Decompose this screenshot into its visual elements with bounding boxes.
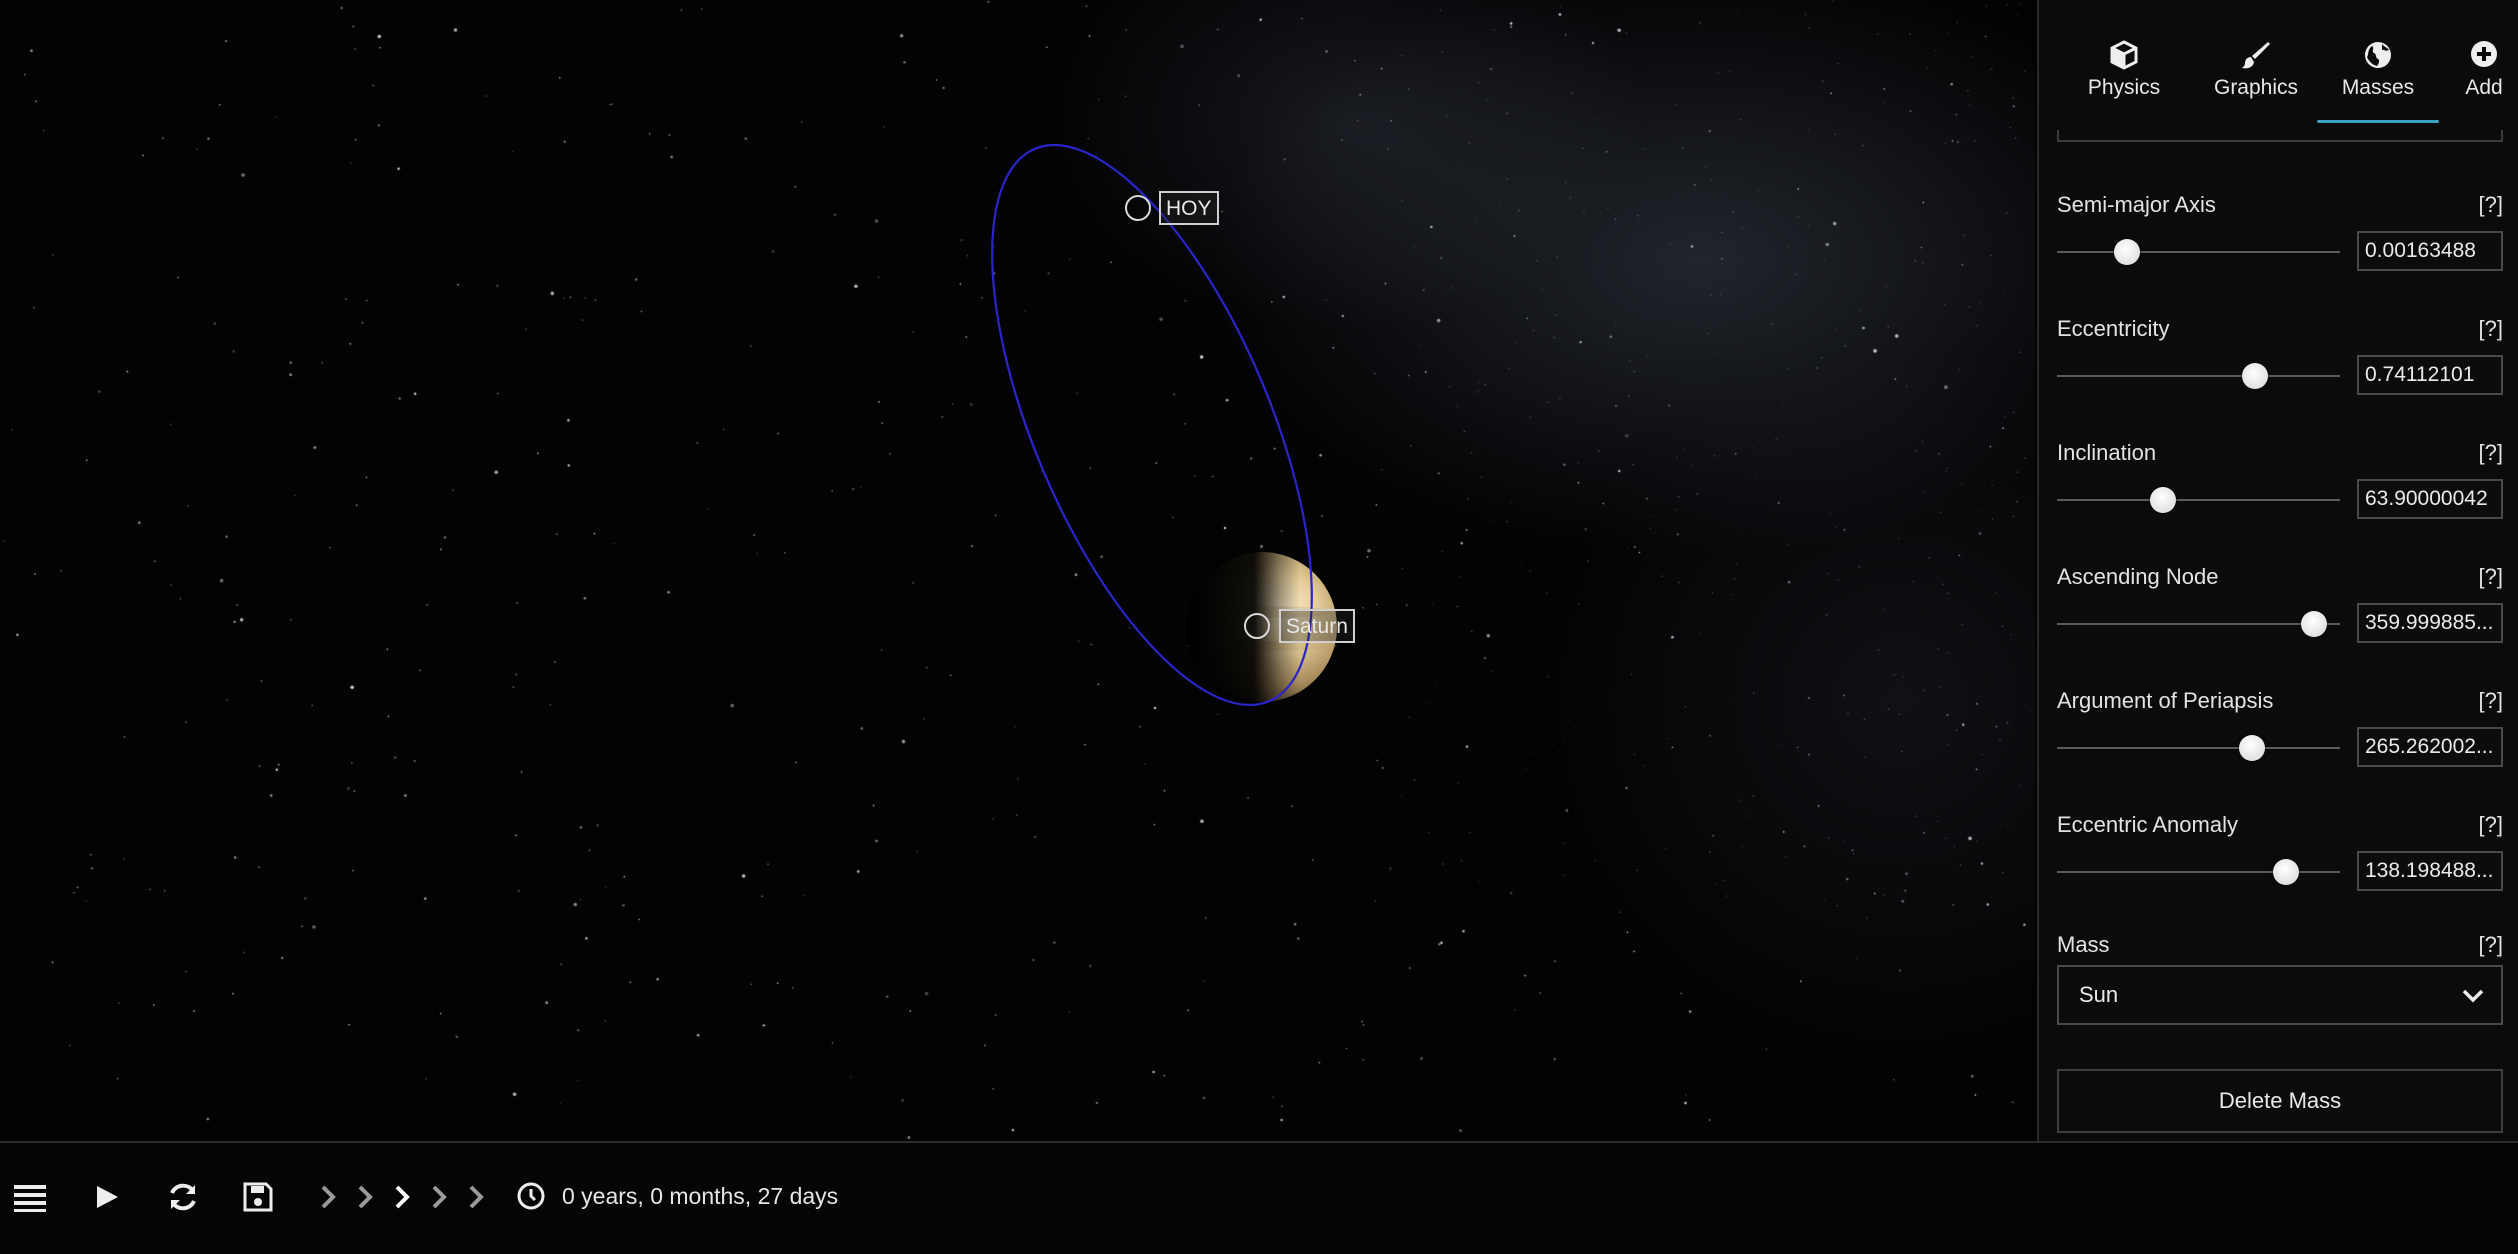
- chevron-right-icon: [432, 1185, 447, 1209]
- chevron-right-icon: [469, 1185, 484, 1209]
- sidebar-tabs: Physics Graphics Masses Add: [2039, 0, 2518, 140]
- eccentricity-slider-track[interactable]: [2057, 375, 2340, 377]
- tab-graphics[interactable]: Graphics: [2186, 40, 2326, 120]
- semi-major-axis-param: Semi-major Axis [?] 0.00163488: [2057, 192, 2503, 302]
- clock-icon: [516, 1181, 546, 1211]
- semi-major-axis-input[interactable]: 0.00163488: [2357, 231, 2503, 271]
- partially-visible-field: [2057, 130, 2503, 142]
- delete-mass-button[interactable]: Delete Mass: [2057, 1069, 2503, 1133]
- chevron-down-icon: [2462, 989, 2484, 1003]
- menu-icon: [14, 1185, 46, 1212]
- plus-circle-icon: [2449, 40, 2518, 72]
- tab-add[interactable]: Add: [2449, 40, 2518, 120]
- mass-help-link[interactable]: [?]: [2479, 932, 2503, 958]
- save-icon: [243, 1182, 273, 1212]
- eccentricity-param: Eccentricity [?] 0.74112101: [2057, 316, 2503, 426]
- simulation-viewport[interactable]: HOY Saturn: [0, 0, 2035, 1141]
- speed-level-5-button[interactable]: [464, 1177, 490, 1217]
- tab-masses[interactable]: Masses: [2317, 40, 2439, 123]
- argument-of-periapsis-slider-thumb[interactable]: [2239, 735, 2265, 761]
- argument-of-periapsis-slider-track[interactable]: [2057, 747, 2340, 749]
- chevron-right-icon: [358, 1185, 373, 1209]
- ascending-node-input[interactable]: 359.999885...: [2357, 603, 2503, 643]
- eccentric-anomaly-slider-thumb[interactable]: [2273, 859, 2299, 885]
- semi-major-axis-help-link[interactable]: [?]: [2479, 192, 2503, 218]
- speed-level-1-button[interactable]: [316, 1177, 342, 1217]
- ascending-node-param: Ascending Node [?] 359.999885...: [2057, 564, 2503, 674]
- play-button[interactable]: [92, 1177, 132, 1217]
- speed-level-3-button[interactable]: [390, 1177, 416, 1217]
- argument-of-periapsis-help-link[interactable]: [?]: [2479, 688, 2503, 714]
- mass-select-value: Sun: [2079, 982, 2119, 1007]
- eccentricity-help-link[interactable]: [?]: [2479, 316, 2503, 342]
- eccentricity-slider-thumb[interactable]: [2242, 363, 2268, 389]
- saturn-label[interactable]: Saturn: [1279, 609, 1355, 643]
- menu-button[interactable]: [12, 1177, 52, 1217]
- eccentric-anomaly-help-link[interactable]: [?]: [2479, 812, 2503, 838]
- inclination-slider-thumb[interactable]: [2150, 487, 2176, 513]
- bottom-toolbar: 0 years, 0 months, 27 days: [0, 1141, 2518, 1254]
- inclination-slider-track[interactable]: [2057, 499, 2340, 501]
- globe-icon: [2323, 40, 2433, 72]
- sidebar-panel: Physics Graphics Masses Add Semi-major A…: [2037, 0, 2518, 1141]
- argument-of-periapsis-param: Argument of Periapsis [?] 265.262002...: [2057, 688, 2503, 798]
- semi-major-axis-slider-track[interactable]: [2057, 251, 2340, 253]
- saturn-marker[interactable]: [1244, 613, 1270, 639]
- elapsed-time: 0 years, 0 months, 27 days: [562, 1183, 839, 1209]
- semi-major-axis-label: Semi-major Axis: [2057, 192, 2216, 217]
- ascending-node-label: Ascending Node: [2057, 564, 2219, 589]
- inclination-label: Inclination: [2057, 440, 2157, 465]
- eccentric-anomaly-input[interactable]: 138.198488...: [2357, 851, 2503, 891]
- ascending-node-slider-thumb[interactable]: [2301, 611, 2327, 637]
- semi-major-axis-slider-thumb[interactable]: [2114, 239, 2140, 265]
- inclination-param: Inclination [?] 63.90000042: [2057, 440, 2503, 550]
- inclination-help-link[interactable]: [?]: [2479, 440, 2503, 466]
- tab-physics[interactable]: Physics: [2069, 40, 2179, 120]
- chevron-right-icon: [321, 1185, 336, 1209]
- eccentric-anomaly-param: Eccentric Anomaly [?] 138.198488...: [2057, 812, 2503, 922]
- eccentricity-label: Eccentricity: [2057, 316, 2170, 341]
- ascending-node-help-link[interactable]: [?]: [2479, 564, 2503, 590]
- ascending-node-slider-track[interactable]: [2057, 623, 2340, 625]
- speed-level-4-button[interactable]: [427, 1177, 453, 1217]
- reset-icon: [170, 1183, 196, 1211]
- hoy-marker[interactable]: [1125, 195, 1151, 221]
- eccentric-anomaly-label: Eccentric Anomaly: [2057, 812, 2238, 837]
- orbit-layer: [991, 143, 1338, 707]
- mass-select[interactable]: Sun: [2057, 965, 2503, 1025]
- argument-of-periapsis-label: Argument of Periapsis: [2057, 688, 2274, 713]
- speed-level-2-button[interactable]: [353, 1177, 379, 1217]
- inclination-input[interactable]: 63.90000042: [2357, 479, 2503, 519]
- paintbrush-icon: [2186, 40, 2326, 72]
- chevron-right-icon: [395, 1185, 410, 1209]
- eccentricity-input[interactable]: 0.74112101: [2357, 355, 2503, 395]
- play-icon: [97, 1186, 118, 1208]
- hoy-label[interactable]: HOY: [1159, 191, 1219, 225]
- cube-icon: [2069, 40, 2179, 72]
- reset-button[interactable]: [166, 1177, 206, 1217]
- argument-of-periapsis-input[interactable]: 265.262002...: [2357, 727, 2503, 767]
- save-button[interactable]: [242, 1177, 282, 1217]
- mass-label: Mass: [2057, 932, 2110, 957]
